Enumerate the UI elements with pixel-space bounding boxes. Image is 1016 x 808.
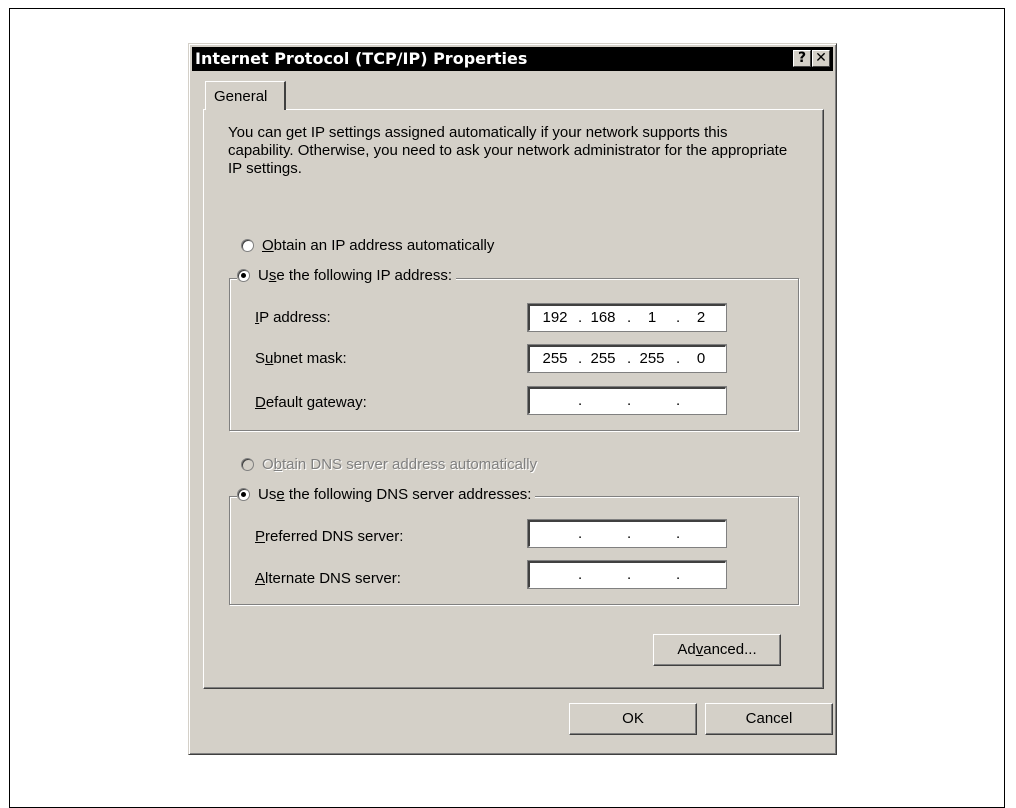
radio-disabled-icon — [241, 458, 254, 471]
alternate-dns-input[interactable]: . . . — [527, 560, 727, 589]
use-following-ip-radio[interactable]: Use the following IP address: — [237, 267, 457, 284]
subnet-mask-input[interactable]: 255 . 255 . 255 . 0 — [527, 344, 727, 373]
advanced-button[interactable]: Advanced... — [653, 634, 781, 666]
dns-server-group — [229, 496, 799, 605]
close-button[interactable]: ✕ — [812, 50, 830, 67]
obtain-dns-label: Obtain DNS server address automatically — [262, 456, 538, 473]
use-following-ip-label: Use the following IP address: — [258, 267, 453, 284]
title-bar[interactable]: Internet Protocol (TCP/IP) Properties ? … — [192, 47, 833, 71]
use-following-dns-radio[interactable]: Use the following DNS server addresses: — [237, 486, 536, 503]
radio-unchecked-icon — [241, 239, 254, 252]
alternate-dns-label: Alternate DNS server: — [255, 570, 401, 587]
preferred-dns-label: Preferred DNS server: — [255, 528, 404, 545]
description-text: You can get IP settings assigned automat… — [228, 124, 788, 177]
ip-address-input[interactable]: 192 . 168 . 1 . 2 — [527, 303, 727, 332]
obtain-ip-label: Obtain an IP address automatically — [262, 237, 495, 254]
obtain-dns-automatically-radio[interactable]: Obtain DNS server address automatically — [241, 456, 542, 473]
default-gateway-input[interactable]: . . . — [527, 386, 727, 415]
subnet-mask-label: Subnet mask: — [255, 350, 347, 367]
radio-checked-icon — [237, 269, 250, 282]
cancel-button[interactable]: Cancel — [705, 703, 833, 735]
tab-general[interactable]: General — [205, 81, 286, 110]
preferred-dns-input[interactable]: . . . — [527, 519, 727, 548]
ok-button[interactable]: OK — [569, 703, 697, 735]
help-button[interactable]: ? — [793, 50, 811, 67]
ip-address-label: IP address: — [255, 309, 331, 326]
obtain-ip-automatically-radio[interactable]: Obtain an IP address automatically — [241, 237, 499, 254]
radio-checked-icon — [237, 488, 250, 501]
default-gateway-label: Default gateway: — [255, 394, 367, 411]
use-following-dns-label: Use the following DNS server addresses: — [258, 486, 532, 503]
tcpip-properties-dialog: Internet Protocol (TCP/IP) Properties ? … — [188, 43, 837, 755]
dialog-title: Internet Protocol (TCP/IP) Properties — [195, 49, 528, 68]
